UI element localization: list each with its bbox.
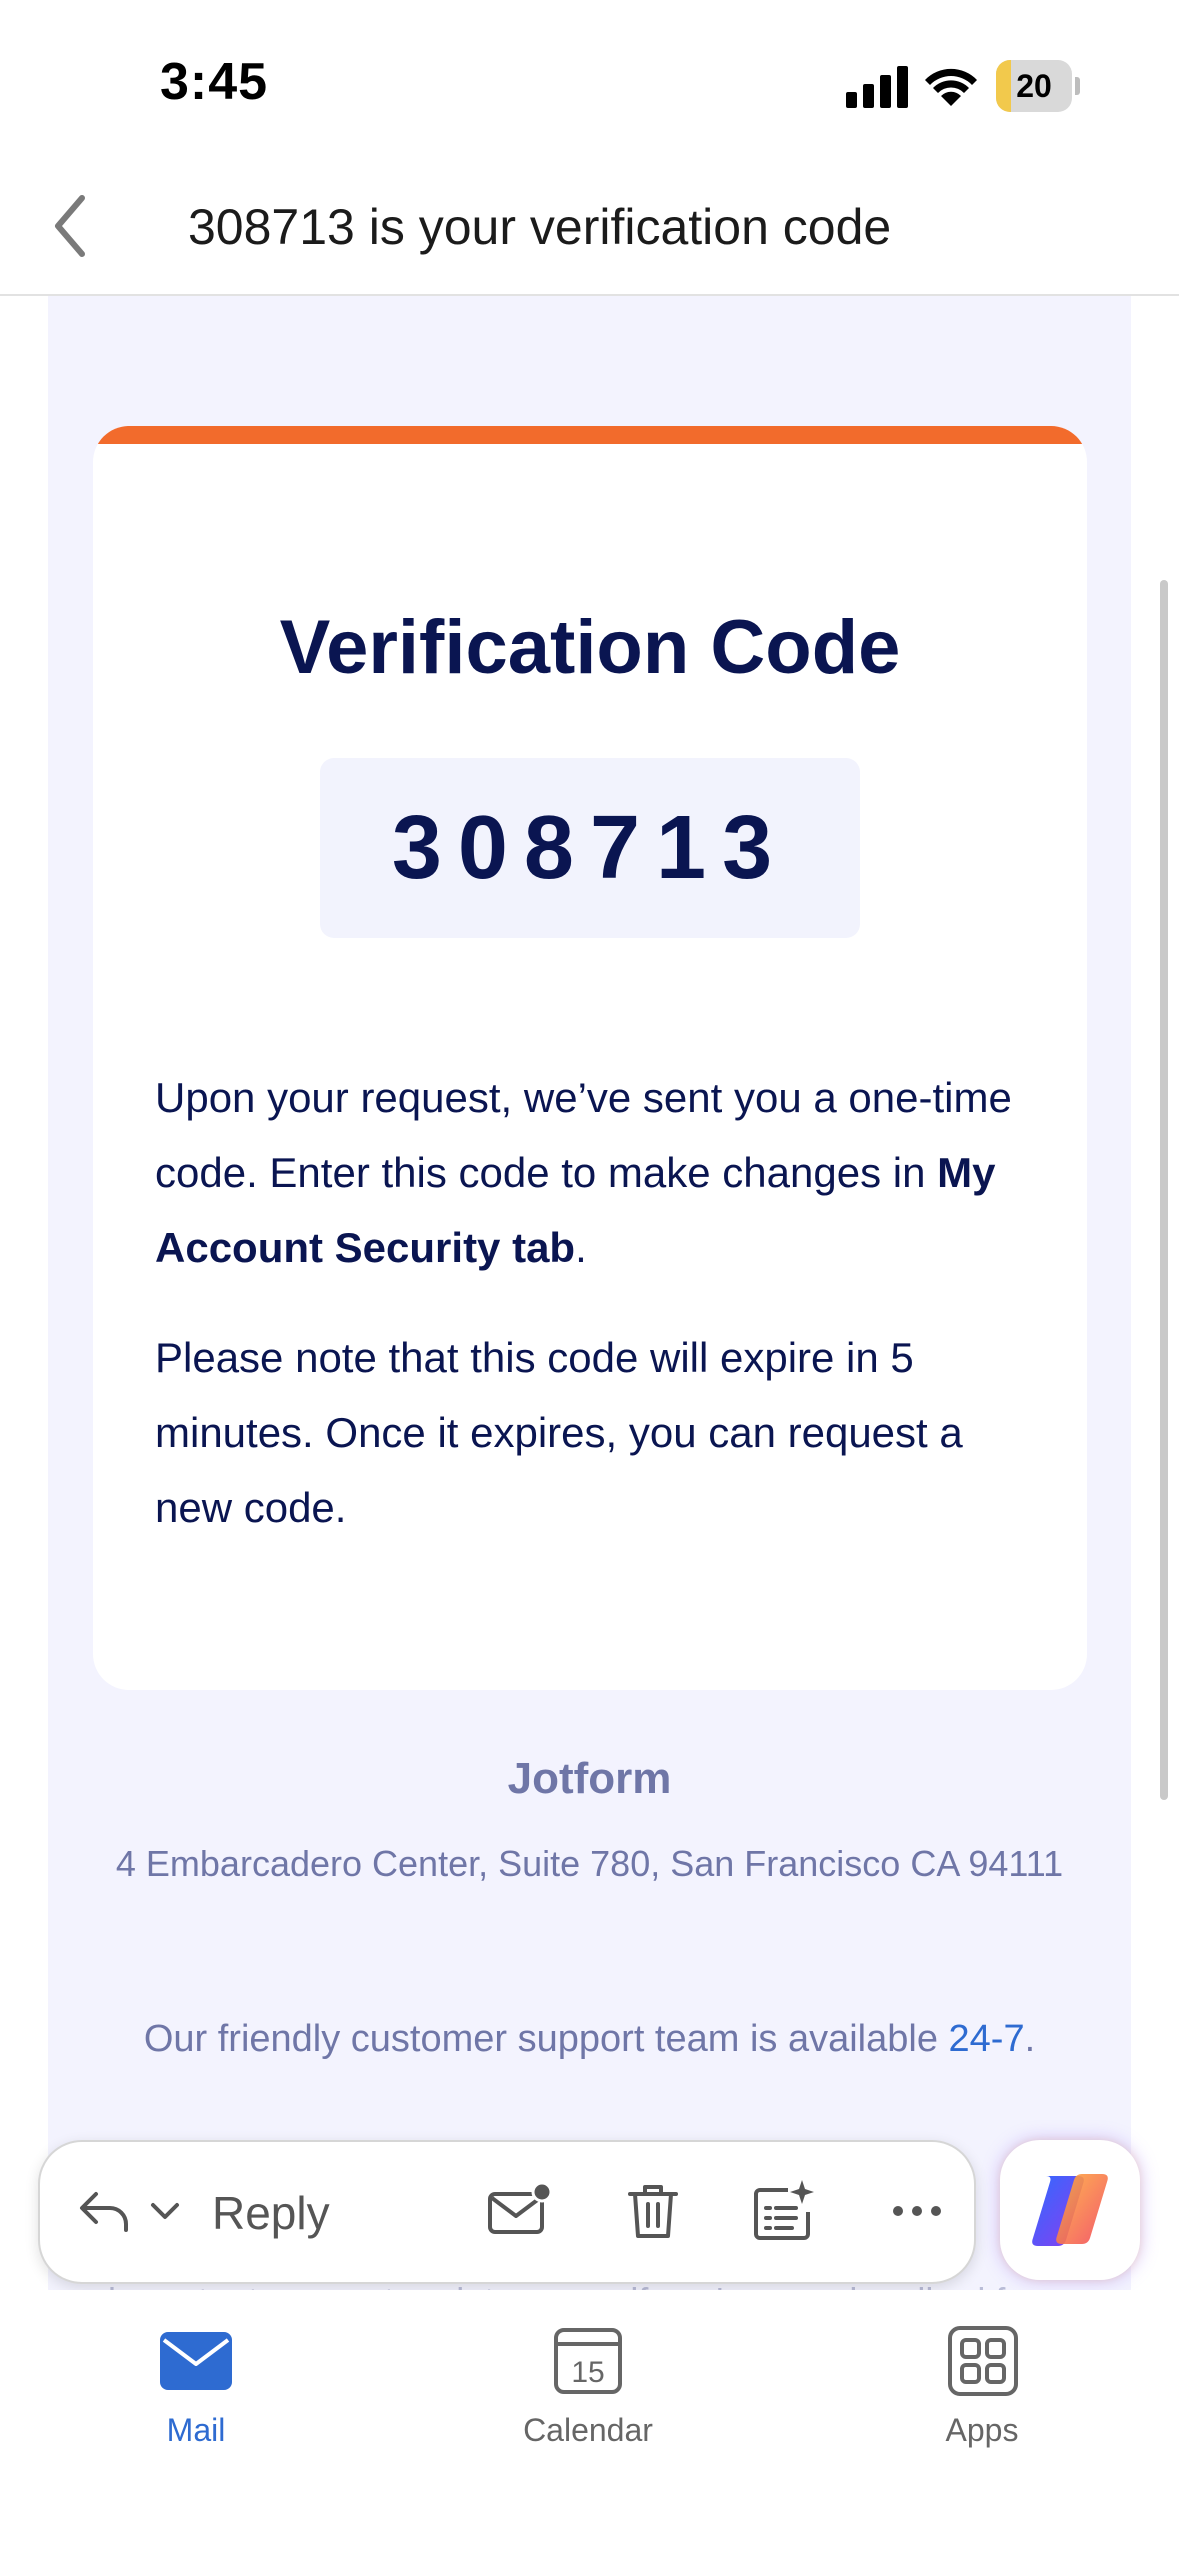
support-text: Our friendly customer support team is av…	[143, 2018, 949, 2060]
request-paragraph: Upon your request, we’ve sent you a one-…	[155, 1060, 1035, 1285]
calendar-icon: 15	[554, 2328, 622, 2394]
verification-card: Verification Code 308713 Upon your reque…	[93, 426, 1087, 1690]
apps-grid-icon	[948, 2326, 1018, 2396]
calendar-day: 15	[571, 2356, 604, 2389]
expiry-paragraph: Please note that this code will expire i…	[155, 1334, 963, 1531]
battery-percentage: 20	[1016, 68, 1052, 104]
email-body: Verification Code 308713 Upon your reque…	[48, 296, 1131, 2346]
support-text-end: .	[1024, 2018, 1036, 2060]
request-paragraph-text: Upon your request, we’ve sent you a one-…	[155, 1074, 1012, 1196]
tab-mail[interactable]: Mail	[86, 2326, 306, 2476]
footer-address: 4 Embarcadero Center, Suite 780, San Fra…	[115, 1843, 1064, 1884]
summarize-icon[interactable]	[748, 2176, 818, 2246]
tab-apps[interactable]: Apps	[872, 2326, 1092, 2476]
card-heading: Verification Code	[279, 605, 901, 690]
copilot-icon	[1032, 2174, 1108, 2246]
chevron-down-icon[interactable]	[148, 2196, 182, 2226]
mail-icon	[160, 2332, 232, 2390]
copilot-button[interactable]	[1000, 2140, 1140, 2280]
card-accent-bar	[93, 426, 1087, 444]
battery-icon: 20	[996, 60, 1080, 112]
message-subject: 308713 is your verification code	[188, 199, 892, 255]
scrollbar[interactable]	[1160, 580, 1168, 1800]
cellular-signal-icon	[846, 66, 908, 108]
verification-code-box[interactable]: 308713	[320, 758, 860, 938]
reply-toolbar: Reply	[38, 2140, 976, 2284]
trash-icon[interactable]	[618, 2176, 688, 2246]
mark-unread-icon[interactable]	[484, 2176, 554, 2246]
tab-bar: Mail 15 Calendar Apps	[0, 2290, 1179, 2556]
back-chevron-icon[interactable]	[44, 188, 104, 264]
reply-button[interactable]: Reply	[212, 2186, 330, 2240]
reply-icon[interactable]	[74, 2180, 134, 2240]
verification-code[interactable]: 308713	[320, 758, 860, 938]
message-header: 308713 is your verification code	[0, 160, 1179, 296]
tab-calendar[interactable]: 15 Calendar	[478, 2326, 698, 2476]
footer-brand: Jotform	[507, 1754, 672, 1803]
footer-support: Our friendly customer support team is av…	[48, 2018, 1131, 2061]
support-hours-link[interactable]: 24-7	[949, 2018, 1025, 2060]
tab-calendar-label: Calendar	[523, 2412, 653, 2448]
more-options-icon[interactable]	[882, 2176, 952, 2246]
wifi-icon	[925, 68, 977, 106]
tab-mail-label: Mail	[166, 2412, 226, 2448]
status-bar: 3:45 20	[0, 0, 1179, 160]
tab-apps-label: Apps	[945, 2412, 1019, 2448]
request-paragraph-end: .	[575, 1224, 587, 1271]
status-time: 3:45	[160, 53, 269, 111]
